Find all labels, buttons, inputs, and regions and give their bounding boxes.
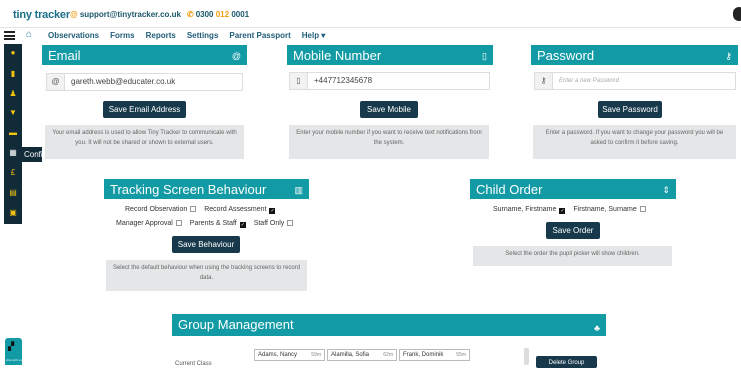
parents-staff-checkbox[interactable]: ✓ (239, 222, 246, 228)
user-menu-icon[interactable] (733, 7, 741, 21)
child-chip[interactable]: Alamilla, Sofia 62m (327, 349, 397, 361)
tracking-info: Select the default behaviour when using … (106, 260, 307, 291)
panel-header: Group Management ♣ (172, 314, 606, 336)
dashboard-icon[interactable]: ● (8, 48, 18, 58)
panel-header: Tracking Screen Behaviour ▥ (104, 179, 309, 199)
firstname-first-checkbox[interactable] (639, 206, 646, 212)
child-order-panel: Child Order ⇕ Surname, Firstname ✓ Firstna… (470, 179, 676, 269)
chart-icon: ▥ (294, 185, 303, 195)
at-icon: @ (231, 51, 241, 61)
mobile-icon: ▯ (482, 51, 487, 61)
save-email-button[interactable]: Save Email Address (103, 101, 186, 118)
mobile-field[interactable]: ▯ +447712345678 (289, 72, 490, 90)
nav-parent-passport[interactable]: Parent Passport (229, 31, 290, 40)
children-list-scrollbar[interactable] (524, 348, 529, 365)
top-bar: tiny tracker @ support@tinytracker.co.uk … (0, 0, 741, 28)
tracking-options-row-1: Record Observation Record Assessment ✓ (125, 206, 276, 214)
nav-forms[interactable]: Forms (110, 31, 134, 40)
nav-items: Observations Forms Reports Settings Pare… (48, 31, 325, 40)
sidebar: ● ▮ ♟ ▼ ▬ ▦ £ ▤ ▣ (4, 44, 22, 224)
save-behaviour-button[interactable]: Save Behaviour (172, 236, 240, 253)
record-assessment-checkbox[interactable]: ✓ (269, 208, 276, 214)
save-order-button[interactable]: Save Order (546, 222, 600, 239)
chat-widget[interactable]: ▞ chat with us (5, 338, 22, 365)
manager-approval-checkbox[interactable] (175, 220, 182, 226)
mobile-panel: Mobile Number ▯ ▯ +447712345678 Save Mobil… (287, 45, 493, 165)
nav-settings[interactable]: Settings (187, 31, 219, 40)
child-order-options: Surname, Firstname ✓ Firstname, Surname (493, 206, 652, 214)
home-icon[interactable]: ⌂ (26, 29, 32, 40)
tracking-options-row-2: Manager Approval Parents & Staff ✓ Staff … (116, 220, 299, 228)
child-chip[interactable]: Frank, Dominik 55m (399, 349, 470, 361)
finance-icon[interactable]: £ (8, 168, 18, 178)
child-chip[interactable]: Adams, Nancy 59m (254, 349, 325, 361)
at-icon: @ (70, 10, 78, 19)
surname-first-checkbox[interactable]: ✓ (559, 208, 566, 214)
panel-header: Email @ (42, 45, 247, 65)
email-panel: Email @ @ gareth.webb@educater.co.uk Save … (42, 45, 247, 165)
email-info: Your email address is used to allow Tiny… (45, 125, 244, 159)
phone-icon: ✆ (187, 10, 194, 19)
nav-help[interactable]: Help ▾ (302, 31, 326, 40)
password-panel: Password ⚷ ⚷ Enter a new Password Save Pas… (531, 45, 738, 165)
group-management-panel: Group Management ♣ Current Class Adams, N… (172, 314, 606, 368)
record-observation-checkbox[interactable] (190, 206, 197, 212)
main-nav: ⌂ Observations Forms Reports Settings Pa… (0, 28, 741, 44)
delete-group-button[interactable]: Delete Group (536, 356, 597, 368)
key-icon: ⚷ (725, 51, 732, 61)
current-class-label: Current Class (175, 361, 212, 367)
email-field[interactable]: @ gareth.webb@educater.co.uk (46, 73, 243, 91)
filter-icon[interactable]: ▼ (8, 108, 18, 118)
panel-header: Child Order ⇕ (470, 179, 676, 199)
chat-icon: ▞ (8, 342, 15, 351)
register-icon[interactable]: ▤ (8, 188, 18, 198)
panel-header: Mobile Number ▯ (287, 45, 493, 65)
child-order-info: Select the order the pupil picker will s… (473, 246, 672, 266)
add-icon[interactable]: ▣ (8, 208, 18, 218)
user-icon[interactable]: ♟ (8, 89, 18, 99)
group-icon: ♣ (594, 323, 600, 333)
tracking-behaviour-panel: Tracking Screen Behaviour ▥ Record Observ… (104, 179, 309, 299)
nav-reports[interactable]: Reports (146, 31, 176, 40)
folder-icon[interactable]: ▬ (8, 128, 18, 138)
nav-observations[interactable]: Observations (48, 31, 99, 40)
staff-only-checkbox[interactable] (287, 220, 294, 226)
panel-header: Password ⚷ (531, 45, 738, 65)
password-field[interactable]: ⚷ Enter a new Password (534, 72, 736, 90)
document-icon[interactable]: ▮ (8, 69, 18, 79)
password-info: Enter a password. If you want to change … (533, 125, 736, 159)
sort-icon: ⇕ (662, 185, 670, 195)
mobile-icon: ▯ (290, 73, 308, 89)
mobile-info: Enter your mobile number if you want to … (289, 125, 489, 159)
menu-toggle-icon[interactable] (4, 31, 15, 40)
save-mobile-button[interactable]: Save Mobile (360, 101, 418, 118)
support-phone: ✆ 0300 012 0001 (187, 10, 250, 19)
tiny-tracker-logo[interactable]: tiny tracker (13, 9, 70, 21)
support-email-link[interactable]: @ support@tinytracker.co.uk (70, 10, 181, 19)
save-password-button[interactable]: Save Password (598, 101, 662, 118)
key-icon: ⚷ (535, 73, 553, 89)
at-icon: @ (47, 74, 65, 90)
